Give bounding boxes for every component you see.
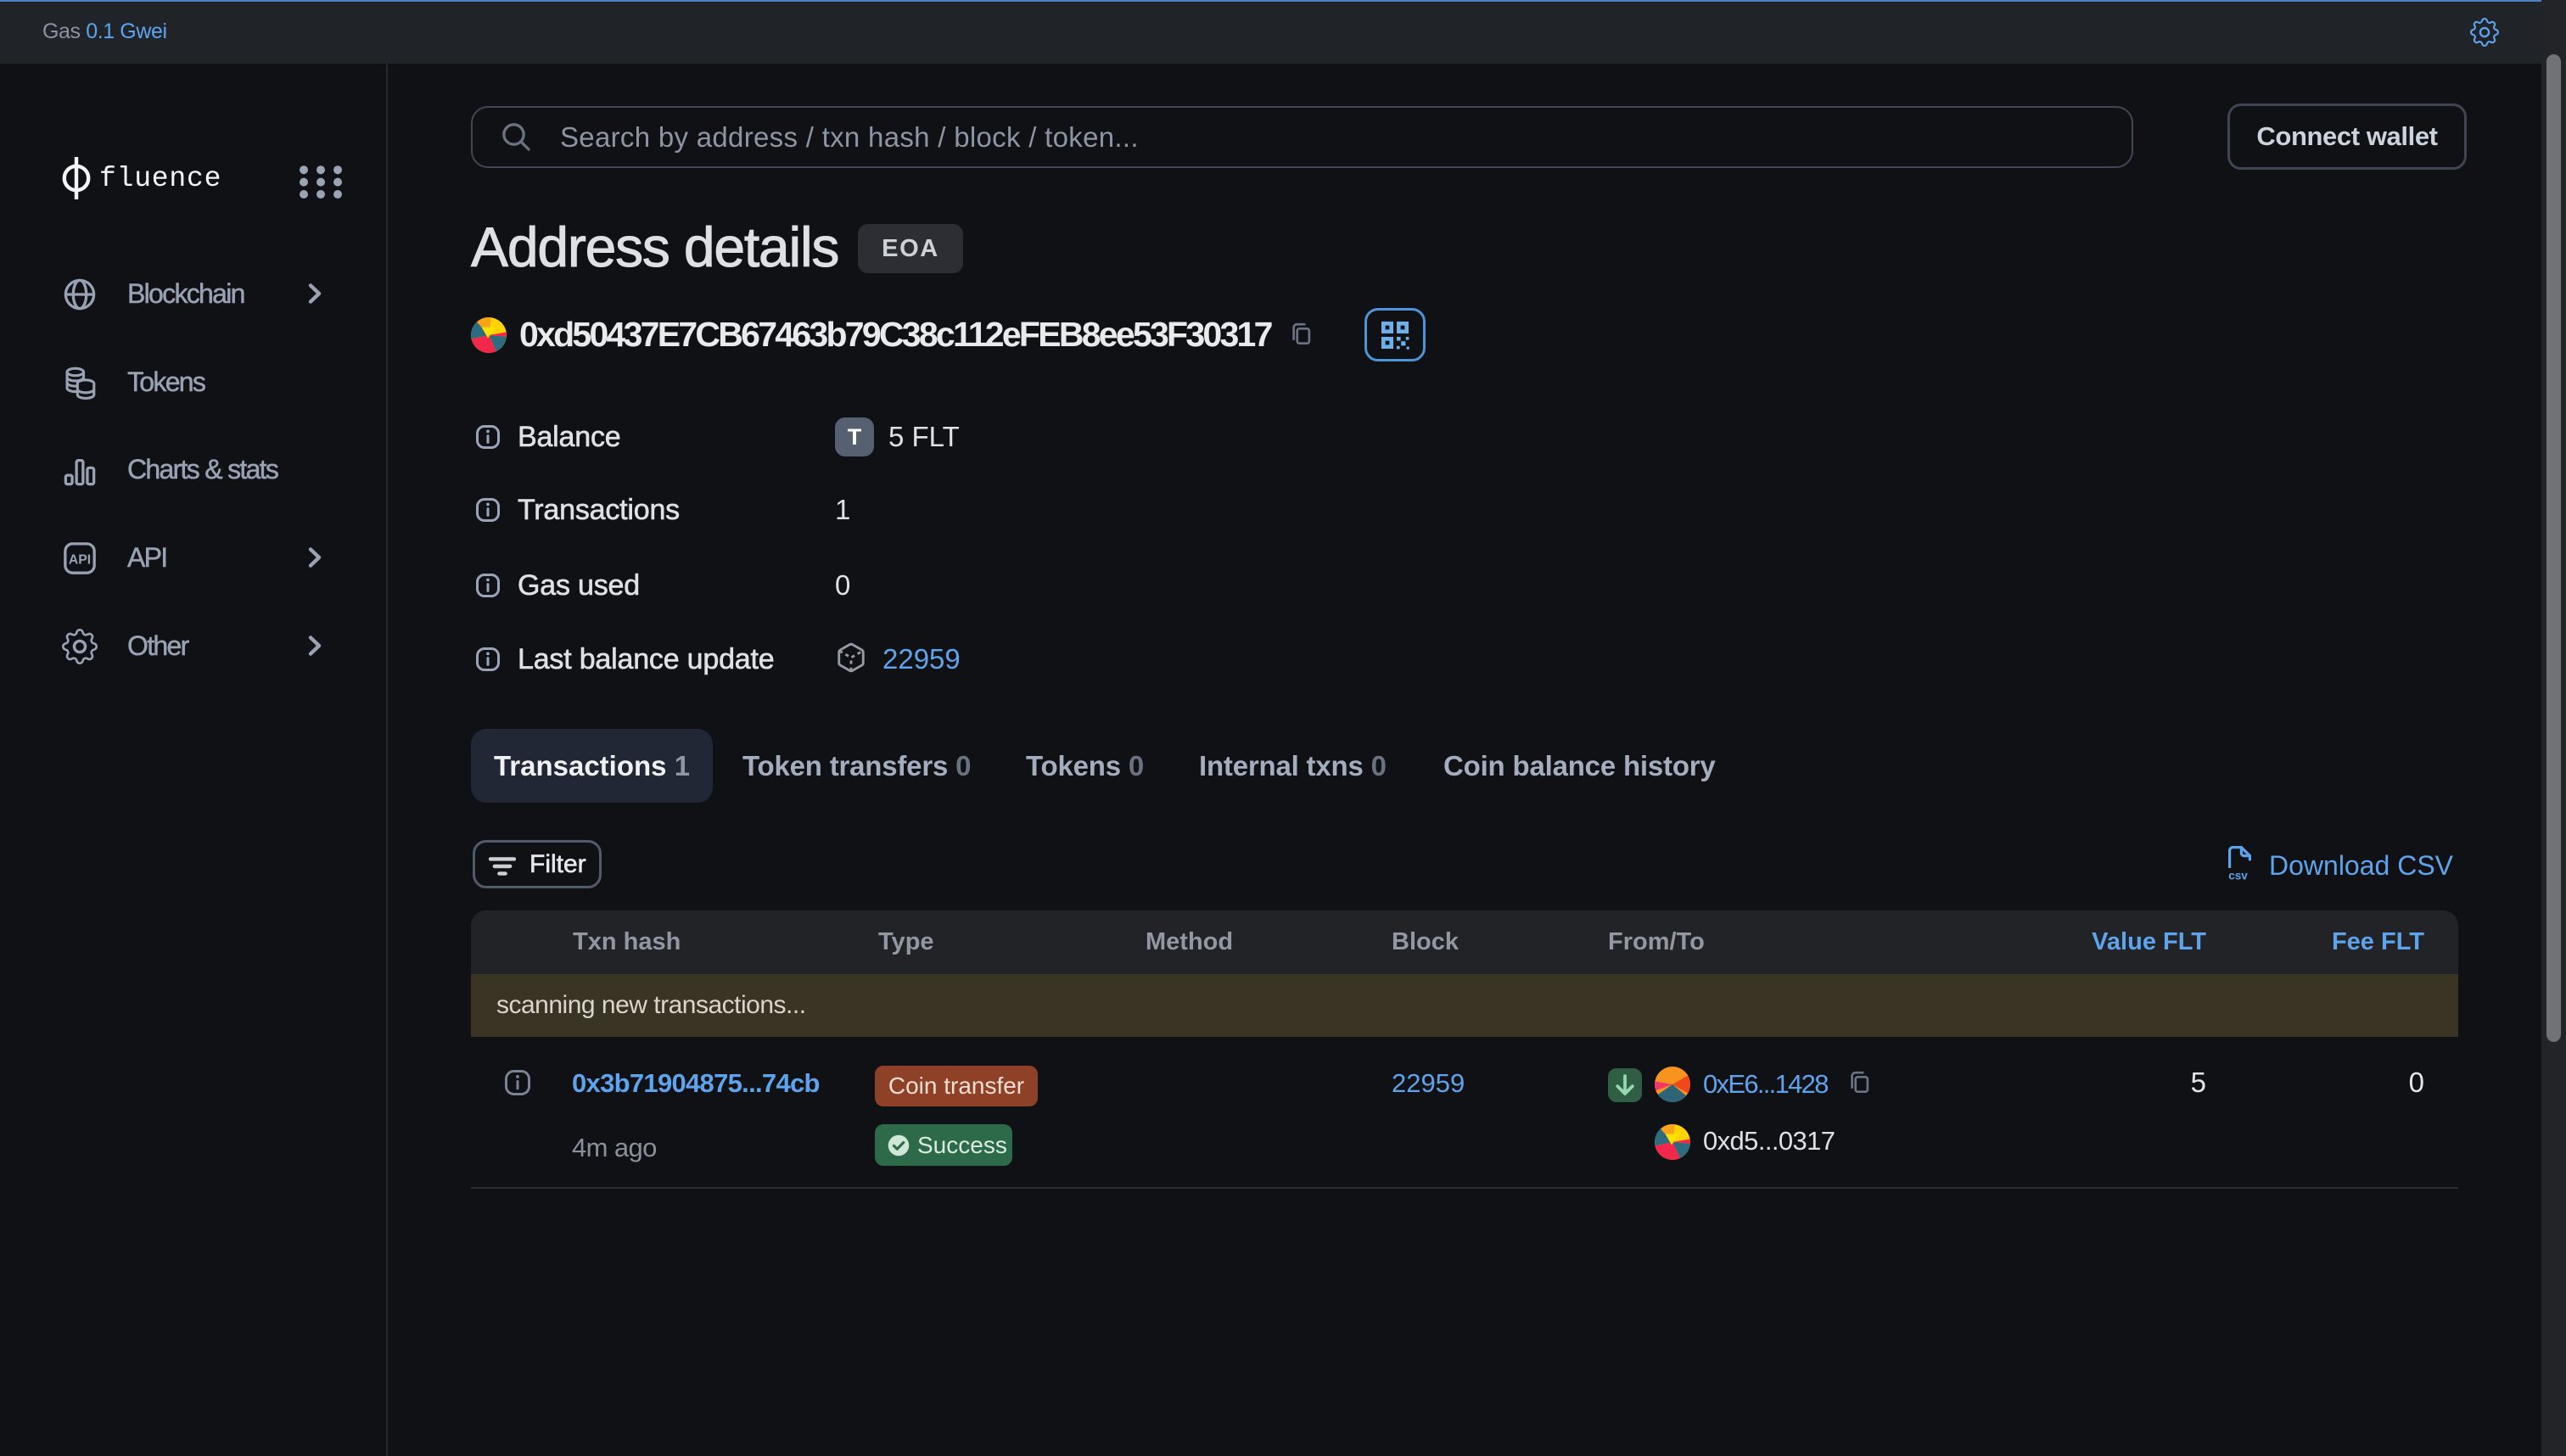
svg-text:API: API xyxy=(69,552,91,567)
svg-text:csv: csv xyxy=(2228,869,2248,881)
